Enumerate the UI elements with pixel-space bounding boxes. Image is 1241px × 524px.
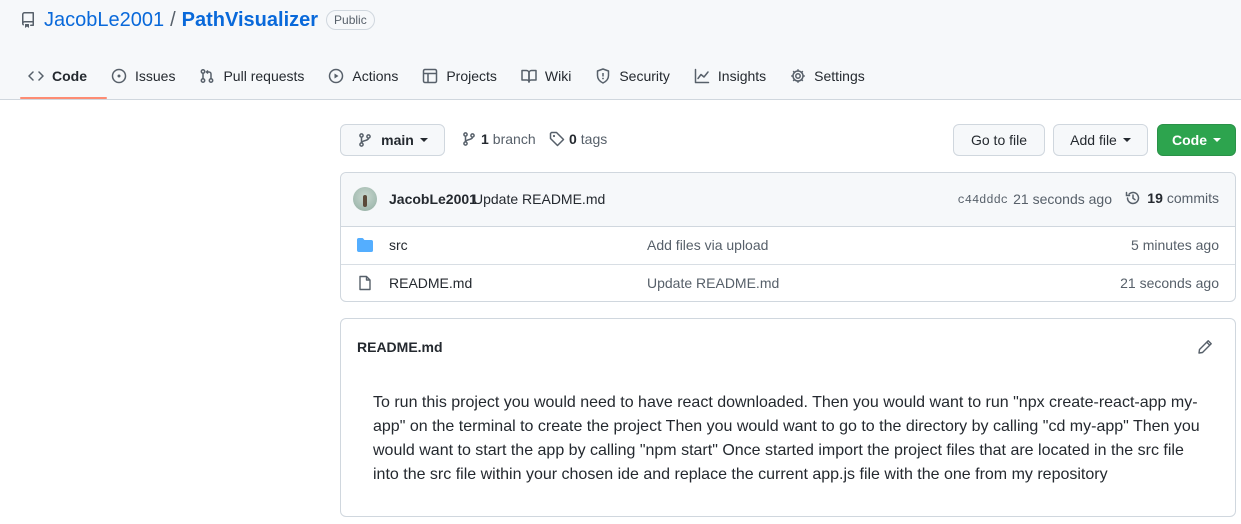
code-icon [28,71,44,81]
tab-label: Issues [135,68,176,84]
repo-header: JacobLe2001 / PathVisualizer Public Code… [0,0,1241,100]
avatar[interactable] [353,187,377,211]
file-commit-time: 5 minutes ago [1131,237,1219,253]
file-commit-time: 21 seconds ago [1120,275,1219,291]
repo-name-link[interactable]: PathVisualizer [182,9,318,32]
code-button-label: Code [1172,132,1207,148]
tab-pull-requests[interactable]: Pull requests [187,60,316,92]
folder-icon [357,237,373,253]
book-icon [521,69,537,83]
tab-actions[interactable]: Actions [316,60,410,92]
tab-label: Insights [717,68,767,84]
repo-title: JacobLe2001 / PathVisualizer Public [20,8,375,32]
readme-panel: README.md To run this project you would … [340,318,1236,517]
code-button[interactable]: Code [1157,124,1236,156]
tab-insights[interactable]: Insights [682,60,778,92]
latest-commit-bar: JacobLe2001 Update README.md c44dddc 21 … [341,173,1235,227]
commits-link[interactable]: 19 commits [1125,190,1219,206]
tab-label: Projects [446,68,497,84]
chevron-down-icon [419,138,428,142]
file-browser: JacobLe2001 Update README.md c44dddc 21 … [340,172,1236,302]
branch-icon [359,133,372,147]
pull-request-icon [201,69,214,83]
commit-sha-link[interactable]: c44dddc [958,193,1008,207]
branch-count: 1 [481,131,489,147]
pencil-icon[interactable] [1197,339,1213,355]
tags-link[interactable]: 0 tags [549,131,607,147]
file-name-link[interactable]: README.md [389,275,472,291]
tab-label: Code [52,68,87,84]
tab-label: Actions [352,68,399,84]
tag-icon [549,131,565,147]
tab-wiki[interactable]: Wiki [509,60,583,92]
tab-security[interactable]: Security [583,60,682,92]
tab-projects[interactable]: Projects [410,60,509,92]
tag-count-label: tags [580,131,608,147]
tab-settings[interactable]: Settings [778,60,877,92]
commit-count-label: commits [1166,190,1219,206]
tag-count: 0 [569,131,577,147]
commit-count: 19 [1147,190,1163,206]
tab-label: Pull requests [223,68,305,84]
shield-icon [597,68,610,84]
history-icon [1126,191,1140,205]
tab-issues[interactable]: Issues [99,60,187,92]
readme-body: To run this project you would need to ha… [373,394,1200,483]
repo-owner-link[interactable]: JacobLe2001 [44,9,164,32]
file-name-link[interactable]: src [389,237,408,253]
add-file-label: Add file [1070,132,1117,148]
gear-icon [791,69,805,83]
file-commit-message-link[interactable]: Add files via upload [647,237,768,253]
tab-code[interactable]: Code [16,60,107,99]
chevron-down-icon [1213,138,1221,142]
go-to-file-label: Go to file [970,132,1028,148]
commit-time: 21 seconds ago [1013,191,1112,207]
repo-tabs: Code Issues Pull requests Actions Projec… [16,60,877,100]
file-row[interactable]: src Add files via upload 5 minutes ago [341,227,1235,264]
issue-icon [111,68,127,84]
commit-message-link[interactable]: Update README.md [473,191,605,207]
repo-path-separator: / [170,8,176,31]
table-icon [423,68,438,84]
visibility-badge: Public [326,10,375,30]
go-to-file-button[interactable]: Go to file [953,124,1045,156]
tab-label: Wiki [544,68,572,84]
play-icon [329,68,344,84]
readme-header: README.md [341,319,1235,375]
add-file-button[interactable]: Add file [1053,124,1148,156]
branch-count-label: branch [492,131,536,147]
chevron-down-icon [1122,138,1131,142]
branch-select-label: main [381,132,414,148]
repo-icon [20,12,36,28]
branch-select-button[interactable]: main [340,124,445,156]
tab-label: Settings [814,68,865,84]
file-commit-message-link[interactable]: Update README.md [647,275,779,291]
tab-label: Security [619,68,670,84]
branches-link[interactable]: 1 branch [461,131,536,147]
branch-icon [463,132,475,146]
file-icon [357,275,373,291]
readme-title-link[interactable]: README.md [357,339,443,355]
file-row[interactable]: README.md Update README.md 21 seconds ag… [341,264,1235,301]
commit-author-link[interactable]: JacobLe2001 [389,191,477,207]
graph-icon [694,68,710,84]
